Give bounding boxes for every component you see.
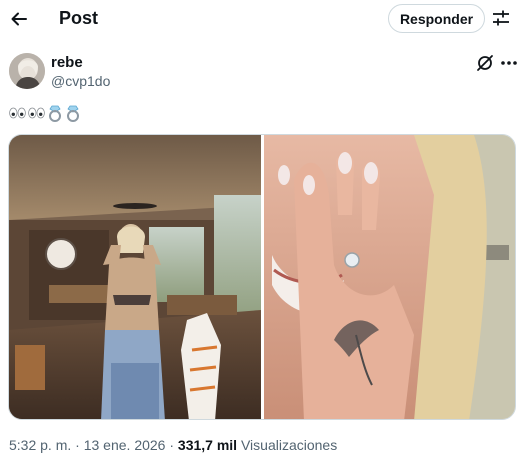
- photo-woman-in-room[interactable]: [9, 135, 261, 419]
- more-options-button[interactable]: [498, 53, 520, 73]
- avatar[interactable]: [9, 53, 45, 89]
- meta-separator: ·: [75, 437, 80, 453]
- eyes-emoji-icon: [9, 107, 26, 119]
- more-dots-icon: [501, 61, 517, 65]
- avatar-photo: [9, 53, 45, 89]
- reply-settings-button[interactable]: [490, 7, 512, 29]
- author-display-name[interactable]: rebe: [51, 54, 83, 71]
- sliders-icon: [493, 10, 509, 26]
- reply-button[interactable]: Responder: [388, 4, 485, 33]
- post-date[interactable]: 13 ene. 2026: [84, 437, 166, 453]
- room-photo-illustration: [9, 135, 261, 419]
- meta-separator: ·: [169, 437, 175, 453]
- grok-icon: [477, 55, 493, 71]
- page-title: Post: [59, 8, 99, 28]
- views-count: 331,7 mil: [177, 437, 238, 453]
- ring-emoji-icon: [67, 105, 79, 122]
- closeup-photo-illustration: [264, 135, 515, 419]
- photo-hands-covering-face[interactable]: [264, 135, 515, 419]
- post-time[interactable]: 5:32 p. m.: [9, 437, 71, 453]
- grok-button[interactable]: [475, 53, 495, 73]
- back-arrow-icon: [11, 12, 27, 26]
- top-bar: Post Responder: [0, 0, 525, 38]
- eyes-emoji-icon: [28, 107, 45, 119]
- post-meta: 5:32 p. m. · 13 ene. 2026 · 331,7 mil Vi…: [9, 437, 337, 453]
- author-handle[interactable]: @cvp1do: [51, 73, 110, 89]
- views-label: Visualizaciones: [240, 437, 338, 453]
- media-grid: [8, 134, 516, 420]
- ring-emoji-icon: [49, 105, 61, 122]
- back-button[interactable]: [6, 6, 32, 32]
- tweet-text: [9, 103, 81, 123]
